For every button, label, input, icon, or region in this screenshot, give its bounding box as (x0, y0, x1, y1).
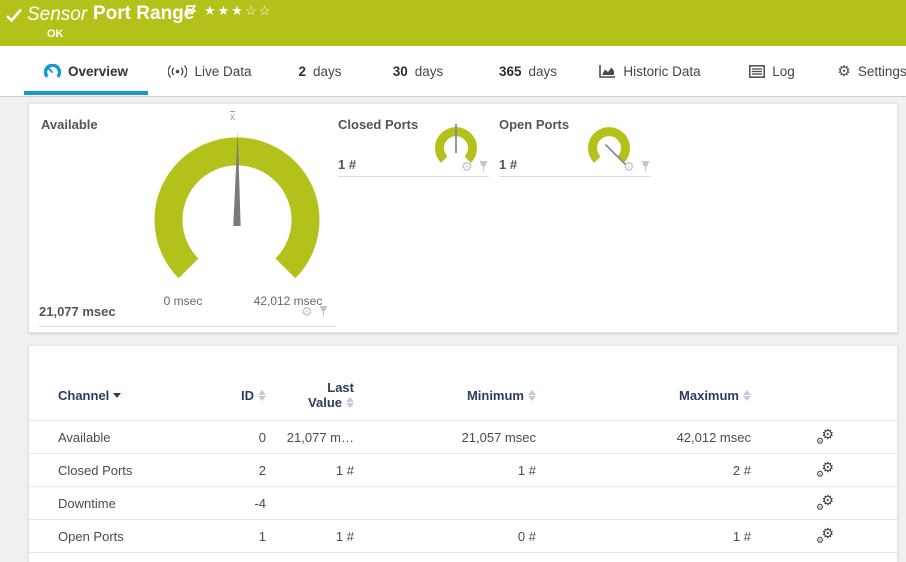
divider (39, 326, 336, 327)
gauge-value-available: 21,077 msec (39, 304, 116, 319)
live-data-icon (168, 64, 188, 78)
tab-number: 365 (498, 63, 522, 79)
channels-panel: Channel ID Last Value Minimum Maximum Av… (28, 345, 899, 562)
edit-channel-icon[interactable]: ⚙ ⚙ (816, 526, 834, 545)
prtg-sensor-page: Sensor Port Range ★★★☆☆ OK Overview Live… (0, 0, 906, 562)
tab-label: Overview (67, 63, 129, 79)
gear-icon[interactable]: ⚙ (301, 305, 313, 318)
tab-overview[interactable]: Overview (24, 46, 148, 96)
channel-minimum: 1 # (517, 462, 536, 478)
gauge-title-closed-ports: Closed Ports (338, 117, 419, 132)
settings-gear-icon: ⚙ (837, 62, 851, 80)
gauge-min-label: 0 msec (163, 294, 203, 308)
tab-label: Live Data (194, 63, 252, 79)
divider (499, 176, 651, 177)
channel-name: Downtime (58, 495, 116, 511)
tab-number: 2 (298, 63, 306, 79)
tab-label: days (312, 63, 342, 79)
edit-channel-icon[interactable]: ⚙ ⚙ (816, 460, 834, 479)
edit-channel-icon[interactable]: ⚙ ⚙ (816, 427, 834, 446)
channel-id: -4 (254, 495, 266, 511)
tab-historic-data[interactable]: Historic Data (588, 46, 712, 96)
channel-last-value: 21,077 m… (286, 429, 354, 445)
channel-name: Available (58, 429, 111, 445)
gauge-actions-closed-ports: ⚙ (461, 160, 488, 173)
channel-minimum: 0 # (517, 528, 536, 544)
sort-icon (346, 397, 354, 410)
gauge-actions-open-ports: ⚙ (623, 160, 650, 173)
column-header-last-value[interactable]: Last Value (266, 380, 354, 410)
gear-icon[interactable]: ⚙ (461, 160, 473, 173)
channel-id: 0 (258, 429, 266, 445)
sensor-header: Sensor Port Range ★★★☆☆ OK (0, 0, 906, 46)
sensor-title: Port Range (93, 3, 195, 24)
divider (338, 176, 489, 177)
channel-last-value: 1 # (335, 462, 354, 478)
column-header-minimum[interactable]: Minimum (354, 388, 536, 403)
sensor-type-label: Sensor (27, 4, 88, 25)
tab-live-data[interactable]: Live Data (160, 46, 260, 96)
channel-maximum: 1 # (732, 528, 751, 544)
tab-365-days[interactable]: 365 days (482, 46, 574, 96)
overview-panel: x Available 0 msec 42,012 msec 21,077 ms… (28, 103, 898, 333)
tab-30-days[interactable]: 30 days (384, 46, 452, 96)
sort-desc-icon (113, 392, 122, 398)
status-badge: OK (47, 28, 64, 40)
pin-icon[interactable] (319, 306, 328, 317)
channel-name: Open Ports (58, 528, 124, 544)
priority-stars[interactable]: ★★★☆☆ (204, 3, 272, 19)
gauge-title-open-ports: Open Ports (499, 117, 570, 132)
tab-label: days (414, 63, 444, 79)
pin-icon[interactable] (641, 161, 650, 172)
tab-2-days[interactable]: 2 days (288, 46, 352, 96)
sort-icon (743, 389, 751, 401)
gauge-title-available: Available (41, 117, 98, 132)
flag-icon[interactable] (186, 5, 197, 17)
table-header-row: Channel ID Last Value Minimum Maximum (29, 346, 899, 421)
tab-log[interactable]: Log (738, 46, 806, 96)
open-ports-gauge-arc (588, 127, 630, 163)
column-header-channel[interactable]: Channel (58, 388, 208, 403)
channel-maximum: 42,012 msec (676, 429, 751, 445)
gear-icon[interactable]: ⚙ (623, 160, 635, 173)
tab-label: Historic Data (623, 63, 701, 79)
channel-id: 1 (258, 528, 266, 544)
tab-label: Log (772, 63, 795, 79)
gauge-value-open-ports: 1 # (499, 157, 518, 172)
pin-icon[interactable] (479, 161, 488, 172)
historic-chart-icon (599, 65, 616, 78)
tab-bar: Overview Live Data 2 days 30 days 365 da… (0, 46, 906, 97)
table-row[interactable]: Closed Ports 2 1 # 1 # 2 # ⚙ ⚙ (29, 454, 899, 487)
channel-id: 2 (258, 462, 266, 478)
channel-last-value: 1 # (335, 528, 354, 544)
gauge-actions-available: ⚙ (301, 305, 328, 318)
sort-icon (528, 389, 536, 401)
channel-minimum: 21,057 msec (461, 429, 536, 445)
table-row[interactable]: Available 0 21,077 m… 21,057 msec 42,012… (29, 421, 899, 454)
table-row[interactable]: Open Ports 1 1 # 0 # 1 # ⚙ ⚙ (29, 520, 899, 553)
log-icon (749, 64, 766, 78)
status-check-icon (6, 8, 22, 22)
gauge-value-closed-ports: 1 # (338, 157, 357, 172)
table-row[interactable]: Downtime -4 ⚙ ⚙ (29, 487, 899, 520)
channel-maximum: 2 # (732, 462, 751, 478)
channel-name: Closed Ports (58, 462, 133, 478)
tab-label: Settings (857, 63, 906, 79)
column-header-id[interactable]: ID (208, 388, 266, 403)
sort-icon (258, 389, 266, 401)
column-header-maximum[interactable]: Maximum (536, 388, 751, 403)
tab-number: 30 (392, 63, 408, 79)
tab-settings[interactable]: ⚙ Settings (830, 46, 906, 96)
edit-channel-icon[interactable]: ⚙ ⚙ (816, 493, 834, 512)
tab-label: days (528, 63, 558, 79)
gauge-icon (43, 63, 61, 78)
channels-table: Channel ID Last Value Minimum Maximum Av… (29, 346, 899, 553)
mean-marker: x (230, 112, 235, 123)
